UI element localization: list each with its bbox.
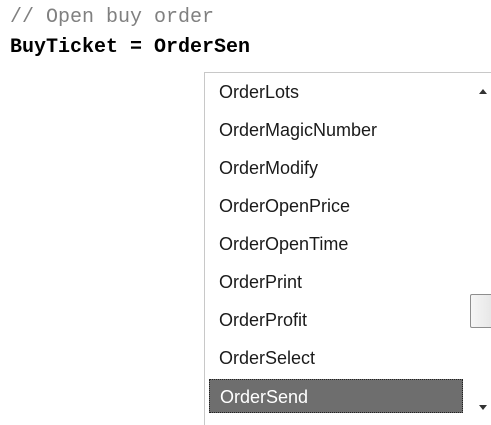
- chevron-down-icon: [478, 404, 487, 410]
- autocomplete-item-ordermodify[interactable]: OrderModify: [209, 151, 463, 185]
- chevron-up-icon: [478, 88, 487, 94]
- autocomplete-item-ordermagicnumber[interactable]: OrderMagicNumber: [209, 113, 463, 147]
- autocomplete-scrollbar[interactable]: [467, 73, 491, 425]
- autocomplete-item-orderprint[interactable]: OrderPrint: [209, 265, 463, 299]
- autocomplete-item-orderopentime[interactable]: OrderOpenTime: [209, 227, 463, 261]
- scroll-down-button[interactable]: [467, 393, 491, 421]
- scroll-up-button[interactable]: [467, 77, 491, 105]
- code-comment-line: // Open buy order: [10, 6, 215, 29]
- autocomplete-item-orderselect[interactable]: OrderSelect: [209, 341, 463, 375]
- code-statement-line[interactable]: BuyTicket = OrderSen: [10, 36, 250, 60]
- autocomplete-popup: OrderLots OrderMagicNumber OrderModify O…: [204, 72, 491, 425]
- scroll-thumb[interactable]: [470, 294, 491, 328]
- autocomplete-item-orderlots[interactable]: OrderLots: [209, 75, 463, 109]
- autocomplete-item-ordersend-selected[interactable]: OrderSend: [209, 379, 463, 413]
- autocomplete-list: OrderLots OrderMagicNumber OrderModify O…: [205, 73, 467, 425]
- autocomplete-item-orderprofit[interactable]: OrderProfit: [209, 303, 463, 337]
- autocomplete-item-orderopenprice[interactable]: OrderOpenPrice: [209, 189, 463, 223]
